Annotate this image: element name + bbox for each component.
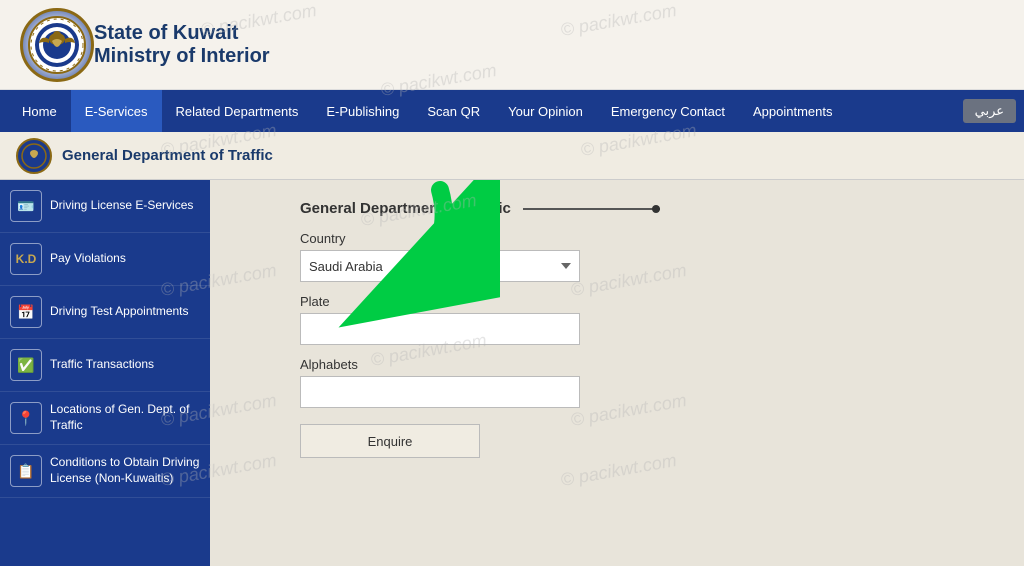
main-content: General Department of Traffic Country Sa… (210, 180, 1024, 566)
sidebar: 🪪 Driving License E-Services K.D Pay Vio… (0, 180, 210, 566)
sidebar-item-locations[interactable]: 📍 Locations of Gen. Dept. of Traffic (0, 392, 210, 445)
nav-scan-qr[interactable]: Scan QR (413, 90, 494, 132)
header-title: State of Kuwait Ministry of Interior (94, 22, 270, 68)
country-field-group: Country Saudi Arabia Kuwait UAE Bahrain … (300, 231, 660, 282)
sub-header-title: General Department of Traffic (62, 147, 273, 164)
sidebar-item-conditions[interactable]: 📋 Conditions to Obtain Driving License (… (0, 445, 210, 498)
form-title-line (523, 208, 660, 210)
nav-home[interactable]: Home (8, 90, 71, 132)
nav-eservices[interactable]: E-Services (71, 90, 162, 132)
sidebar-item-driving-license[interactable]: 🪪 Driving License E-Services (0, 180, 210, 233)
content-area: 🪪 Driving License E-Services K.D Pay Vio… (0, 180, 1024, 566)
plate-label: Plate (300, 294, 660, 309)
sidebar-item-traffic-transactions[interactable]: ✅ Traffic Transactions (0, 339, 210, 392)
nav-appointments[interactable]: Appointments (739, 90, 847, 132)
sub-header-logo (16, 138, 52, 174)
sidebar-item-pay-violations[interactable]: K.D Pay Violations (0, 233, 210, 286)
driving-test-icon: 📅 (10, 296, 42, 328)
ministry-logo (20, 8, 94, 82)
conditions-icon: 📋 (10, 455, 42, 487)
sub-header: General Department of Traffic (0, 132, 1024, 180)
header: State of Kuwait Ministry of Interior (0, 0, 1024, 90)
form-title: General Department of Traffic (300, 200, 511, 217)
alphabets-field-group: Alphabets (300, 357, 660, 408)
alphabets-input[interactable] (300, 376, 580, 408)
nav-related-departments[interactable]: Related Departments (162, 90, 313, 132)
sidebar-item-driving-test[interactable]: 📅 Driving Test Appointments (0, 286, 210, 339)
header-title-line1: State of Kuwait (94, 22, 270, 45)
enquire-button[interactable]: Enquire (300, 424, 480, 458)
header-title-line2: Ministry of Interior (94, 45, 270, 68)
nav-arabic-button[interactable]: عربي (963, 99, 1016, 123)
country-label: Country (300, 231, 660, 246)
plate-field-group: Plate (300, 294, 660, 345)
form-title-bar: General Department of Traffic (300, 200, 660, 217)
navbar: Home E-Services Related Departments E-Pu… (0, 90, 1024, 132)
sidebar-label-conditions: Conditions to Obtain Driving License (No… (50, 455, 200, 486)
sidebar-label-pay-violations: Pay Violations (50, 251, 126, 267)
locations-icon: 📍 (10, 402, 42, 434)
traffic-transactions-icon: ✅ (10, 349, 42, 381)
sidebar-label-driving-test: Driving Test Appointments (50, 304, 189, 320)
sidebar-label-driving-license: Driving License E-Services (50, 198, 193, 214)
plate-input[interactable] (300, 313, 580, 345)
form-section: General Department of Traffic Country Sa… (300, 200, 660, 458)
driving-license-icon: 🪪 (10, 190, 42, 222)
alphabets-label: Alphabets (300, 357, 660, 372)
sidebar-label-locations: Locations of Gen. Dept. of Traffic (50, 402, 200, 433)
nav-epublishing[interactable]: E-Publishing (312, 90, 413, 132)
nav-your-opinion[interactable]: Your Opinion (494, 90, 597, 132)
country-select[interactable]: Saudi Arabia Kuwait UAE Bahrain Qatar Om… (300, 250, 580, 282)
nav-emergency-contact[interactable]: Emergency Contact (597, 90, 739, 132)
pay-violations-icon: K.D (10, 243, 42, 275)
sidebar-label-traffic-transactions: Traffic Transactions (50, 357, 154, 373)
